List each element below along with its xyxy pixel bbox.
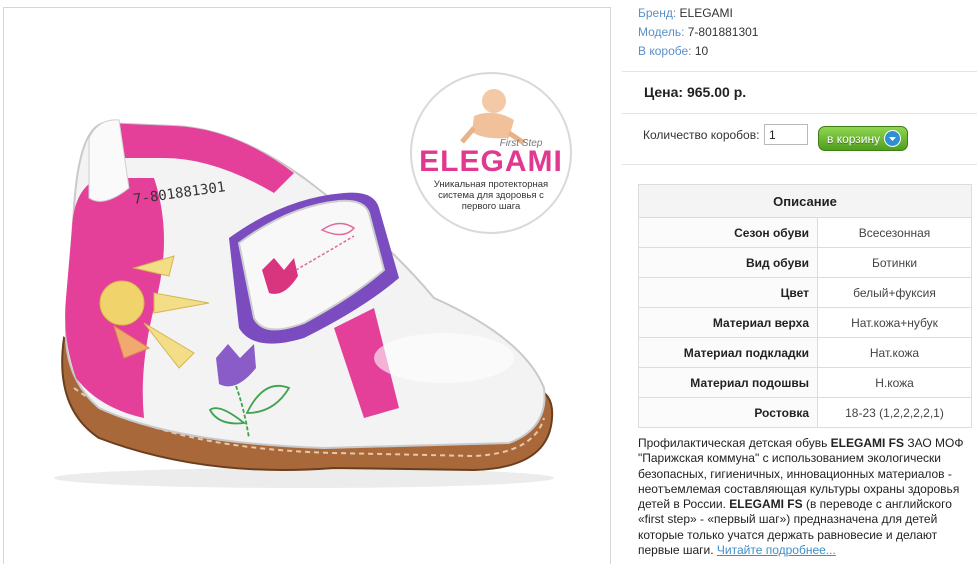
brand-badge-labels: First Step ELEGAMI Уникальная протекторн… bbox=[411, 138, 571, 212]
spec-key: Ростовка bbox=[638, 397, 818, 428]
spec-key: Материал подошвы bbox=[638, 367, 818, 398]
badge-caption-1: Уникальная протекторная bbox=[433, 179, 549, 190]
table-row: Ростовка 18-23 (1,2,2,2,2,1) bbox=[638, 397, 972, 428]
spec-value: Нат.кожа+нубук bbox=[817, 307, 972, 338]
table-row: Вид обуви Ботинки bbox=[638, 247, 972, 278]
product-image-drawing: 7-801881301 bbox=[54, 72, 572, 488]
badge-caption-2: система для здоровья с bbox=[438, 190, 544, 201]
spec-value: Нат.кожа bbox=[817, 337, 972, 368]
divider bbox=[622, 71, 977, 72]
divider bbox=[622, 113, 977, 114]
spec-value: Н.кожа bbox=[817, 367, 972, 398]
spec-key: Материал верха bbox=[638, 307, 818, 338]
spec-table-header: Описание bbox=[638, 184, 972, 218]
spec-value: 18-23 (1,2,2,2,2,1) bbox=[817, 397, 972, 428]
table-row: Материал подкладки Нат.кожа bbox=[638, 337, 972, 368]
table-row: Сезон обуви Всесезонная bbox=[638, 217, 972, 248]
box-value: 10 bbox=[694, 44, 709, 58]
model-row: Модель: 7-801881301 bbox=[638, 25, 758, 39]
spec-value: белый+фуксия bbox=[817, 277, 972, 308]
brand-logo: ELEGAMI bbox=[419, 145, 563, 178]
quantity-label: Количество коробов: bbox=[643, 128, 760, 142]
spec-key: Цвет bbox=[638, 277, 818, 308]
add-to-cart-label: в корзину bbox=[827, 131, 881, 146]
price: Цена: 965.00 р. bbox=[644, 84, 747, 100]
brand-row: Бренд: ELEGAMI bbox=[638, 6, 733, 20]
quantity-input[interactable] bbox=[764, 124, 808, 145]
table-row: Цвет белый+фуксия bbox=[638, 277, 972, 308]
box-row: В коробе: 10 bbox=[638, 44, 708, 58]
add-to-cart-button[interactable]: в корзину bbox=[818, 126, 909, 151]
product-description: Профилактическая детская обувь ELEGAMI F… bbox=[638, 436, 972, 558]
description-text: Профилактическая детская обувь bbox=[638, 436, 831, 450]
spec-key: Сезон обуви bbox=[638, 217, 818, 248]
product-details-panel: Бренд: ELEGAMI Модель: 7-801881301 В кор… bbox=[622, 0, 977, 564]
description-brand: ELEGAMI FS bbox=[830, 436, 904, 450]
spec-table: Описание Сезон обуви Всесезонная Вид обу… bbox=[638, 184, 972, 428]
table-row: Материал верха Нат.кожа+нубук bbox=[638, 307, 972, 338]
model-label: Модель: bbox=[638, 25, 685, 39]
spec-key: Материал подкладки bbox=[638, 337, 818, 368]
spec-value: Всесезонная bbox=[817, 217, 972, 248]
table-row: Материал подошвы Н.кожа bbox=[638, 367, 972, 398]
spec-value: Ботинки bbox=[817, 247, 972, 278]
badge-caption-3: первого шага bbox=[461, 201, 521, 212]
brand-value: ELEGAMI bbox=[679, 6, 733, 20]
divider bbox=[622, 164, 977, 165]
product-photo[interactable]: 7-801881301 First Step ELEGAMI Уникальна… bbox=[3, 7, 611, 564]
model-value: 7-801881301 bbox=[687, 25, 759, 39]
spec-key: Вид обуви bbox=[638, 247, 818, 278]
box-label: В коробе: bbox=[638, 44, 692, 58]
description-brand: ELEGAMI FS bbox=[729, 497, 803, 512]
cart-download-icon bbox=[884, 130, 902, 147]
read-more-link[interactable]: Читайте подробнее... bbox=[717, 543, 836, 557]
brand-label: Бренд: bbox=[638, 6, 677, 20]
